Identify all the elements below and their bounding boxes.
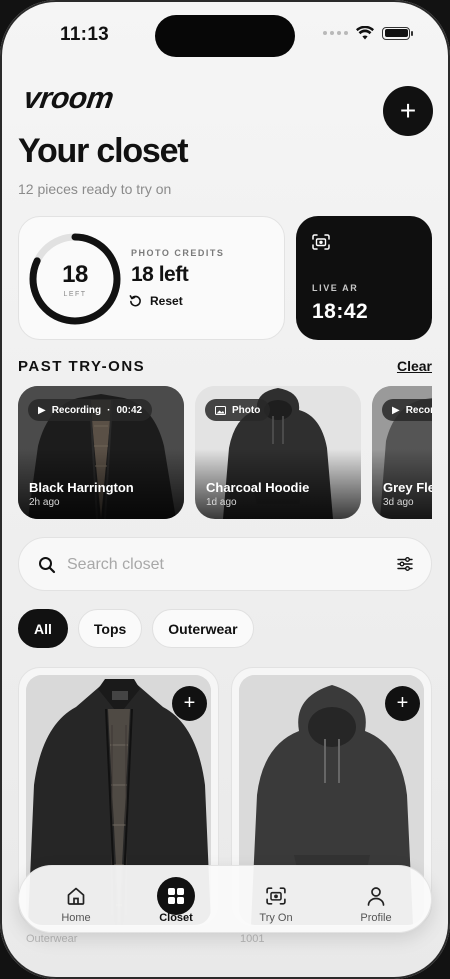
plus-icon: +	[399, 95, 417, 126]
bottom-nav: Home Closet Try On Profile	[18, 865, 432, 933]
brand-logo: vroom	[22, 82, 152, 117]
recording-badge: ▶ Recording · 00:42	[28, 399, 153, 421]
add-to-tryon-button[interactable]: +	[385, 686, 420, 721]
search-icon	[39, 557, 56, 574]
wifi-icon	[356, 26, 374, 40]
chip-all[interactable]: All	[18, 609, 68, 648]
ar-camera-icon	[312, 234, 330, 250]
photo-badge: Photo	[205, 399, 271, 421]
tryon-name: Charcoal Hoodie	[206, 480, 310, 495]
status-time: 11:13	[60, 24, 110, 45]
cellular-signal-icon	[323, 31, 348, 35]
battery-icon	[382, 26, 413, 40]
tryon-time: 3d ago	[383, 497, 414, 508]
nav-home[interactable]: Home	[26, 866, 126, 934]
clear-tryons-button[interactable]: Clear	[397, 358, 432, 374]
live-ar-time: 18:42	[312, 300, 369, 323]
home-icon	[67, 887, 85, 905]
search-input[interactable]	[67, 552, 367, 578]
add-item-button[interactable]: +	[383, 86, 433, 136]
nav-closet[interactable]: Closet	[126, 866, 226, 934]
nav-profile[interactable]: Profile	[326, 866, 426, 934]
chip-tops[interactable]: Tops	[77, 609, 143, 648]
phone-screen: 11:13 vroom + Your closet 12 pieces read…	[0, 0, 450, 979]
page-title: Your closet	[18, 132, 189, 170]
dynamic-island	[155, 15, 295, 57]
past-tryons-carousel[interactable]: ▶ Recording · 00:42 Black Harrington 2h …	[18, 386, 432, 519]
add-to-tryon-button[interactable]: +	[172, 686, 207, 721]
svg-text:vroom: vroom	[26, 84, 115, 112]
credits-count: 18	[62, 261, 88, 288]
product-label-partial: 1001	[240, 933, 265, 945]
tryon-name: Grey Fle	[383, 480, 432, 495]
past-tryons-title: PAST TRY-ONS	[18, 358, 146, 375]
recording-badge: ▶ Recording	[382, 399, 432, 421]
credits-label: PHOTO CREDITS	[131, 248, 225, 258]
product-label-partial: Outerwear	[26, 933, 78, 945]
category-chips: All Tops Outerwear	[18, 609, 254, 648]
live-ar-card[interactable]: LIVE AR 18:42	[296, 216, 432, 340]
chip-outerwear[interactable]: Outerwear	[152, 609, 254, 648]
reset-icon	[129, 294, 141, 306]
credits-value: 18 left	[131, 263, 189, 286]
tryon-card[interactable]: ▶ Recording · 00:42 Black Harrington 2h …	[18, 386, 184, 519]
live-ar-label: LIVE AR	[312, 283, 359, 293]
tryon-time: 2h ago	[29, 497, 60, 508]
nav-try-on[interactable]: Try On	[226, 866, 326, 934]
play-icon: ▶	[38, 404, 46, 416]
image-icon	[215, 405, 226, 415]
tryon-time: 1d ago	[206, 497, 237, 508]
tryon-card[interactable]: ▶ Recording Grey Fle 3d ago	[372, 386, 432, 519]
tryon-name: Black Harrington	[29, 480, 134, 495]
tryon-card[interactable]: Photo Charcoal Hoodie 1d ago	[195, 386, 361, 519]
reset-label: Reset	[150, 294, 183, 308]
user-icon	[367, 887, 385, 906]
camera-icon	[266, 887, 286, 905]
plus-icon: +	[183, 692, 196, 714]
plus-icon: +	[396, 692, 409, 714]
status-icons	[323, 26, 413, 40]
page-subtitle: 12 pieces ready to try on	[18, 181, 172, 197]
grid-icon	[168, 888, 184, 904]
reset-button[interactable]: Reset	[129, 294, 183, 308]
photo-credits-card: 18 LEFT PHOTO CREDITS 18 left Reset	[18, 216, 285, 340]
search-bar	[18, 537, 432, 591]
credits-ring-label: LEFT	[63, 291, 87, 298]
play-icon: ▶	[392, 404, 400, 416]
filter-icon[interactable]	[397, 556, 413, 572]
